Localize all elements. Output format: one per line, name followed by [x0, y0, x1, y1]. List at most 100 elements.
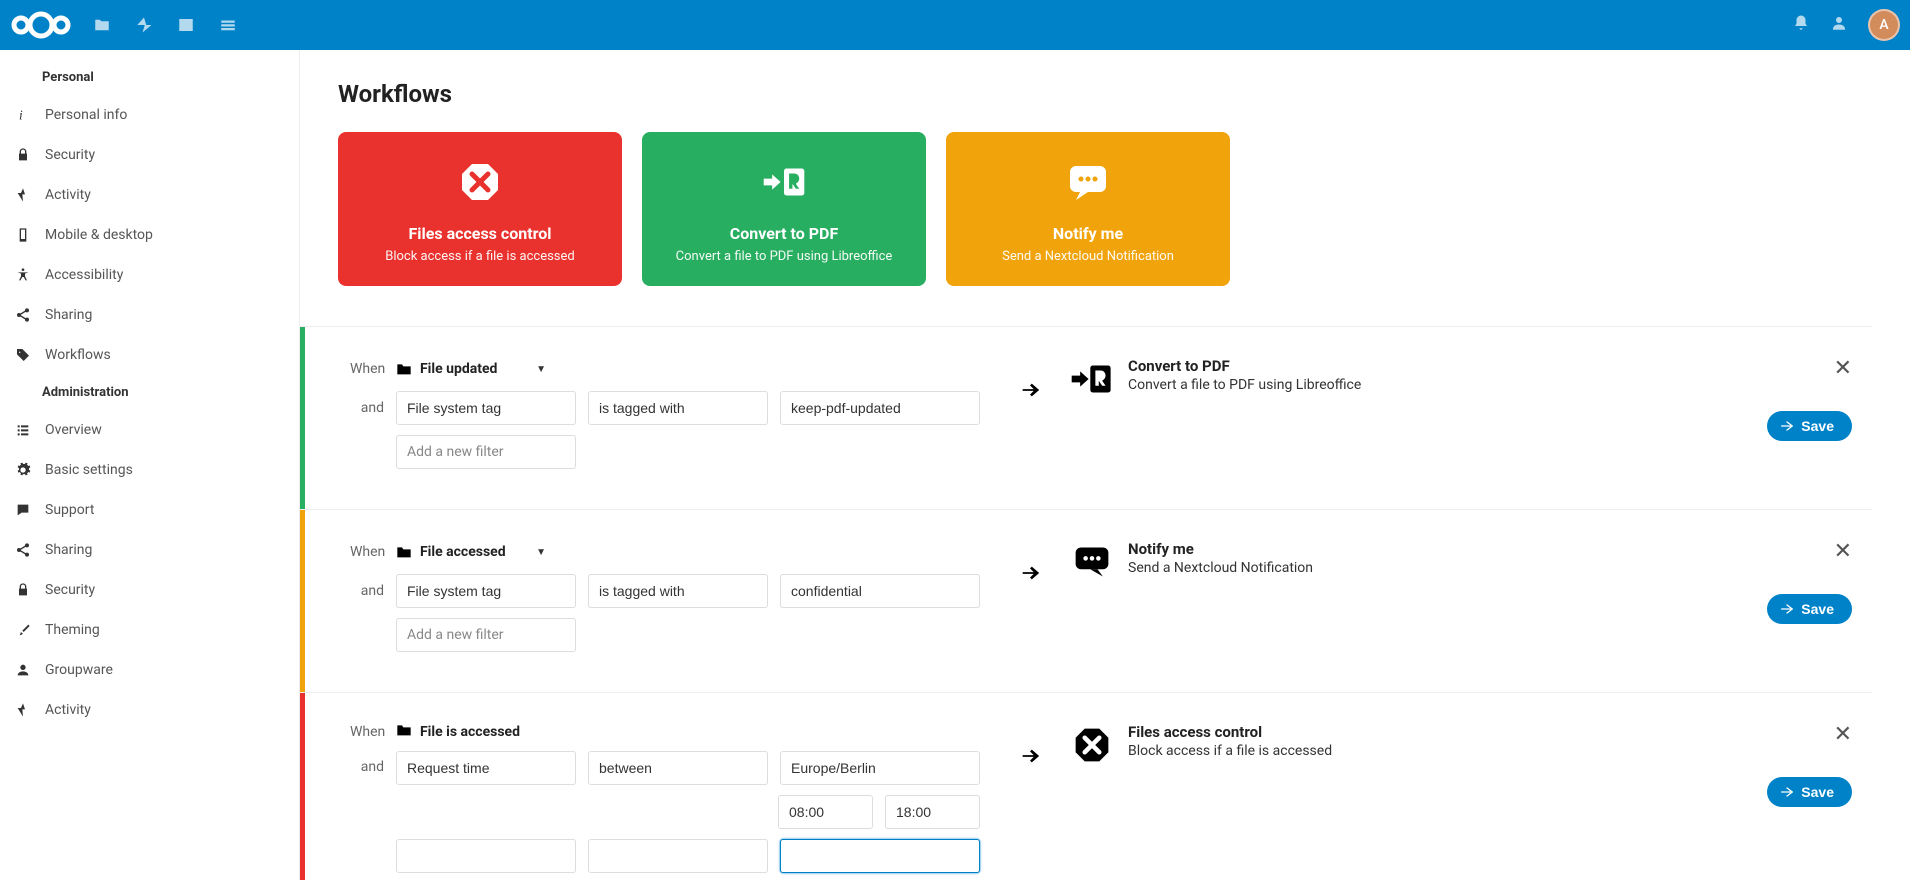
share-icon	[15, 307, 31, 323]
chevron-down-icon: ▼	[536, 547, 546, 558]
sidebar-item-sharing-admin[interactable]: Sharing	[0, 530, 299, 570]
block-action-icon	[1070, 723, 1114, 767]
save-label: Save	[1801, 601, 1834, 617]
filter-value-input[interactable]	[780, 574, 980, 608]
time-to-input[interactable]	[885, 795, 980, 829]
sidebar-item-support[interactable]: Support	[0, 490, 299, 530]
block-icon	[458, 154, 502, 210]
sidebar-item-groupware[interactable]: Groupware	[0, 650, 299, 690]
sidebar-item-activity[interactable]: Activity	[0, 175, 299, 215]
lock-icon	[15, 582, 31, 598]
filter-field-input[interactable]	[396, 839, 576, 873]
sidebar-item-label: Security	[45, 147, 95, 163]
activity-app-icon[interactable]	[134, 15, 154, 35]
settings-sidebar: Personal i Personal info Security Activi…	[0, 50, 300, 880]
save-button[interactable]: Save	[1767, 594, 1852, 624]
and-label: and	[350, 751, 384, 775]
trigger-label: File updated	[420, 361, 497, 377]
folder-icon	[396, 723, 412, 741]
sidebar-item-personal-info[interactable]: i Personal info	[0, 95, 299, 135]
contacts-icon[interactable]	[1830, 14, 1848, 36]
sidebar-item-label: Groupware	[45, 662, 113, 678]
sidebar-item-mobile-desktop[interactable]: Mobile & desktop	[0, 215, 299, 255]
sidebar-section-personal: Personal	[0, 60, 299, 95]
sidebar-item-label: Security	[45, 582, 95, 598]
sidebar-item-label: Mobile & desktop	[45, 227, 153, 243]
sidebar-item-label: Basic settings	[45, 462, 133, 478]
card-convert-to-pdf[interactable]: Convert to PDF Convert a file to PDF usi…	[642, 132, 926, 286]
app-header: A	[0, 0, 1910, 50]
sidebar-item-security[interactable]: Security	[0, 135, 299, 175]
card-desc: Send a Nextcloud Notification	[1002, 249, 1174, 264]
save-button[interactable]: Save	[1767, 777, 1852, 807]
filter-field-input[interactable]	[396, 391, 576, 425]
add-filter-button[interactable]: Add a new filter	[396, 435, 576, 469]
trigger-label: File is accessed	[420, 724, 520, 740]
chevron-down-icon: ▼	[536, 364, 546, 375]
arrow-icon	[990, 540, 1070, 662]
card-desc: Block access if a file is accessed	[385, 249, 575, 264]
trigger-label: File accessed	[420, 544, 506, 560]
sidebar-item-label: Overview	[45, 422, 102, 438]
folder-icon	[396, 545, 412, 559]
logo[interactable]	[10, 8, 72, 42]
filter-value-input[interactable]	[780, 391, 980, 425]
user-avatar[interactable]: A	[1868, 9, 1900, 41]
card-title: Notify me	[1053, 224, 1123, 243]
share-icon	[15, 542, 31, 558]
sidebar-section-admin: Administration	[0, 375, 299, 410]
files-app-icon[interactable]	[92, 15, 112, 35]
sidebar-item-security-admin[interactable]: Security	[0, 570, 299, 610]
sidebar-item-sharing[interactable]: Sharing	[0, 295, 299, 335]
sidebar-item-label: Sharing	[45, 542, 92, 558]
card-files-access-control[interactable]: Files access control Block access if a f…	[338, 132, 622, 286]
delete-rule-button[interactable]: ✕	[1834, 723, 1852, 745]
sidebar-item-theming[interactable]: Theming	[0, 610, 299, 650]
trigger-select[interactable]: File updated ▼	[396, 357, 546, 381]
and-label: and	[350, 400, 384, 416]
notifications-icon[interactable]	[1792, 14, 1810, 36]
filter-field-input[interactable]	[396, 751, 576, 785]
gallery-app-icon[interactable]	[176, 15, 196, 35]
delete-rule-button[interactable]: ✕	[1834, 540, 1852, 562]
and-label: and	[350, 583, 384, 599]
arrow-icon	[990, 357, 1070, 479]
delete-rule-button[interactable]: ✕	[1834, 357, 1852, 379]
card-title: Convert to PDF	[730, 224, 838, 243]
card-notify-me[interactable]: Notify me Send a Nextcloud Notification	[946, 132, 1230, 286]
save-button[interactable]: Save	[1767, 411, 1852, 441]
filter-operator-input[interactable]	[588, 574, 768, 608]
action-title: Files access control	[1128, 723, 1332, 741]
sidebar-item-label: Support	[45, 502, 94, 518]
when-label: When	[350, 544, 384, 560]
chat-icon	[15, 502, 31, 518]
rule-color-bar	[300, 510, 305, 692]
pdf-action-icon	[1070, 357, 1114, 401]
sidebar-item-basic-settings[interactable]: Basic settings	[0, 450, 299, 490]
deck-app-icon[interactable]	[218, 15, 238, 35]
filter-operator-input[interactable]	[588, 391, 768, 425]
sidebar-item-accessibility[interactable]: Accessibility	[0, 255, 299, 295]
save-label: Save	[1801, 784, 1834, 800]
sidebar-item-activity-admin[interactable]: Activity	[0, 690, 299, 730]
trigger-select[interactable]: File accessed ▼	[396, 540, 546, 564]
filter-operator-input[interactable]	[588, 839, 768, 873]
filter-value-input[interactable]	[780, 751, 980, 785]
info-icon: i	[15, 107, 31, 123]
filter-value-input[interactable]	[780, 839, 980, 873]
sidebar-item-label: Accessibility	[45, 267, 123, 283]
rule-color-bar	[300, 693, 305, 880]
user-icon	[15, 662, 31, 678]
pdf-convert-icon	[762, 154, 806, 210]
arrow-icon	[990, 723, 1070, 873]
action-desc: Block access if a file is accessed	[1128, 743, 1332, 759]
time-from-input[interactable]	[778, 795, 873, 829]
sidebar-item-overview[interactable]: Overview	[0, 410, 299, 450]
sidebar-item-label: Activity	[45, 187, 91, 203]
filter-operator-input[interactable]	[588, 751, 768, 785]
filter-field-input[interactable]	[396, 574, 576, 608]
add-filter-button[interactable]: Add a new filter	[396, 618, 576, 652]
folder-icon	[396, 362, 412, 376]
lock-icon	[15, 147, 31, 163]
sidebar-item-workflows[interactable]: Workflows	[0, 335, 299, 375]
